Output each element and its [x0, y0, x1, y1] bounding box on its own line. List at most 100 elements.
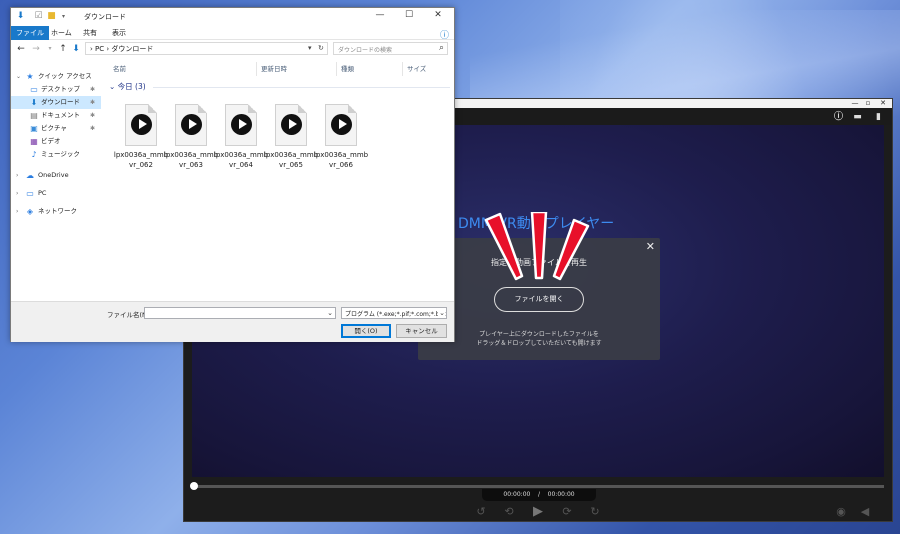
- file-item[interactable]: lpx0036a_mmbvr_062: [114, 104, 168, 184]
- collapse-chevron-icon[interactable]: ›: [16, 205, 18, 218]
- nav-item-desktop[interactable]: ▭ デスクトップ ✱: [11, 83, 101, 96]
- folder-icon[interactable]: ▬: [852, 112, 863, 122]
- dialog-close-icon[interactable]: ✕: [646, 241, 655, 253]
- nav-item-pc[interactable]: › ▭ PC: [11, 187, 101, 200]
- exclamation-mark-right: [552, 218, 590, 281]
- video-file-icon: [225, 104, 257, 146]
- filetype-value: プログラム (*.exe;*.pif;*.com;*.bat;: [345, 311, 447, 318]
- nav-label: デスクトップ: [41, 85, 80, 93]
- nav-item-videos[interactable]: ▦ ビデオ: [11, 135, 101, 148]
- nav-label: ドキュメント: [41, 111, 80, 119]
- collapse-chevron-icon[interactable]: ›: [16, 169, 18, 182]
- time-separator: /: [537, 491, 541, 498]
- search-icon[interactable]: ⌕: [439, 43, 444, 53]
- address-path: › PC › ダウンロード: [90, 45, 154, 53]
- dialog-bottom-panel: ファイル名(N): ⌄ プログラム (*.exe;*.pif;*.com;*.b…: [11, 301, 454, 342]
- vr-headset-icon[interactable]: ◉: [834, 505, 848, 519]
- properties-icon[interactable]: ☑: [33, 11, 44, 22]
- download-icon: ⬇: [30, 98, 38, 107]
- previous-icon[interactable]: ⟲: [502, 505, 516, 519]
- refresh-icon[interactable]: ↻: [318, 44, 324, 52]
- address-row: ← → ▾ ↑ ⬇ › PC › ダウンロード ▾ ↻ ダウンロードの検索 ⌕: [11, 40, 454, 58]
- maximize-button[interactable]: ☐: [396, 10, 422, 20]
- new-folder-icon[interactable]: ■: [46, 11, 57, 22]
- video-file-icon: [325, 104, 357, 146]
- navigation-pane: ⌄ ★ クイック アクセス ▭ デスクトップ ✱ ⬇ ダウンロード ✱ ▤ ドキ…: [11, 64, 107, 299]
- back-icon[interactable]: ←: [16, 43, 26, 55]
- tab-file[interactable]: ファイル: [11, 26, 49, 40]
- nav-item-pictures[interactable]: ▣ ピクチャ ✱: [11, 122, 101, 135]
- open-file-button[interactable]: ファイルを開く: [494, 287, 584, 312]
- play-icon[interactable]: ▶: [531, 505, 545, 519]
- address-dropdown-icon[interactable]: ▾: [308, 44, 312, 52]
- search-box[interactable]: ダウンロードの検索 ⌕: [333, 42, 448, 55]
- nav-item-music[interactable]: ♪ ミュージック: [11, 148, 101, 161]
- nav-item-onedrive[interactable]: › ☁ OneDrive: [11, 169, 101, 182]
- column-type[interactable]: 種類: [337, 62, 403, 76]
- file-name: lpx0036a_mmbvr_064: [213, 151, 269, 169]
- file-item[interactable]: lpx0036a_mmbvr_066: [314, 104, 368, 184]
- seek-handle[interactable]: [190, 482, 198, 490]
- volume-icon[interactable]: ◀: [858, 505, 872, 519]
- exclamation-mark-center: [530, 212, 548, 280]
- cancel-button[interactable]: キャンセル: [396, 324, 447, 338]
- file-open-dialog: ⬇ ☑ ■ ▾ ダウンロード — ☐ ✕ ファイル ホーム 共有 表示 ⓘ ← …: [10, 7, 455, 342]
- file-item[interactable]: lpx0036a_mmbvr_065: [264, 104, 318, 184]
- file-name: lpx0036a_mmbvr_063: [163, 151, 219, 169]
- nav-label: OneDrive: [38, 171, 69, 179]
- chevron-down-icon[interactable]: ⌄: [327, 308, 333, 319]
- file-name: lpx0036a_mmbvr_066: [313, 151, 369, 169]
- rewind-icon[interactable]: ↺: [474, 505, 488, 519]
- recent-chevron-icon[interactable]: ▾: [45, 43, 55, 55]
- column-modified[interactable]: 更新日時: [257, 62, 337, 76]
- quick-access-chevron-icon[interactable]: ▾: [58, 11, 69, 22]
- tab-view[interactable]: 表示: [107, 26, 131, 40]
- collapse-chevron-icon[interactable]: ›: [16, 187, 18, 200]
- info-icon[interactable]: ⓘ: [833, 112, 844, 122]
- group-header-today[interactable]: ⌄ 今日 (3): [109, 81, 454, 93]
- nav-item-quick-access[interactable]: ⌄ ★ クイック アクセス: [11, 70, 101, 83]
- nav-item-network[interactable]: › ◈ ネットワーク: [11, 205, 101, 218]
- tab-home[interactable]: ホーム: [46, 26, 77, 40]
- filetype-select[interactable]: プログラム (*.exe;*.pif;*.com;*.bat; ⌄: [341, 307, 447, 319]
- nav-label: ネットワーク: [38, 207, 77, 215]
- next-icon[interactable]: ⟳: [560, 505, 574, 519]
- nav-label: ビデオ: [41, 137, 61, 145]
- search-input[interactable]: ダウンロードの検索: [338, 45, 392, 54]
- nav-item-documents[interactable]: ▤ ドキュメント ✱: [11, 109, 101, 122]
- download-arrow-icon: ⬇: [16, 11, 25, 21]
- nav-item-downloads[interactable]: ⬇ ダウンロード ✱: [11, 96, 101, 109]
- desktop-icon: ▭: [30, 85, 38, 94]
- file-item[interactable]: lpx0036a_mmbvr_064: [214, 104, 268, 184]
- nav-label: PC: [38, 189, 47, 197]
- file-item[interactable]: lpx0036a_mmbvr_063: [164, 104, 218, 184]
- chevron-down-icon[interactable]: ⌄: [438, 308, 445, 318]
- minimize-button[interactable]: —: [367, 10, 393, 20]
- time-total: 00:00:00: [547, 491, 575, 498]
- column-name[interactable]: 名前: [109, 62, 257, 76]
- close-button[interactable]: ✕: [425, 10, 451, 20]
- expand-chevron-icon[interactable]: ⌄: [16, 70, 21, 83]
- column-size[interactable]: サイズ: [403, 62, 454, 76]
- address-download-icon: ⬇: [72, 44, 80, 54]
- forward-icon[interactable]: ↻: [588, 505, 602, 519]
- exclamation-mark-left: [484, 212, 524, 281]
- trash-icon[interactable]: ▮: [873, 112, 884, 122]
- nav-label: ミュージック: [41, 150, 80, 158]
- forward-icon[interactable]: →: [31, 43, 41, 55]
- up-icon[interactable]: ↑: [58, 43, 68, 55]
- video-file-icon: [275, 104, 307, 146]
- nav-label: ダウンロード: [41, 98, 80, 106]
- star-icon: ★: [26, 72, 34, 81]
- time-current: 00:00:00: [503, 491, 531, 498]
- exclamation-marks-annotation: [484, 212, 590, 281]
- filename-input[interactable]: ⌄: [144, 307, 336, 319]
- seek-bar[interactable]: [192, 485, 884, 488]
- open-button[interactable]: 開く(O): [341, 324, 391, 338]
- tab-share[interactable]: 共有: [78, 26, 102, 40]
- player-close-button[interactable]: ✕: [874, 99, 892, 108]
- group-label: ⌄ 今日 (3): [109, 82, 146, 91]
- address-bar[interactable]: › PC › ダウンロード ▾ ↻: [85, 42, 328, 55]
- nav-label: ピクチャ: [41, 124, 67, 132]
- cloud-icon: ☁: [26, 171, 34, 180]
